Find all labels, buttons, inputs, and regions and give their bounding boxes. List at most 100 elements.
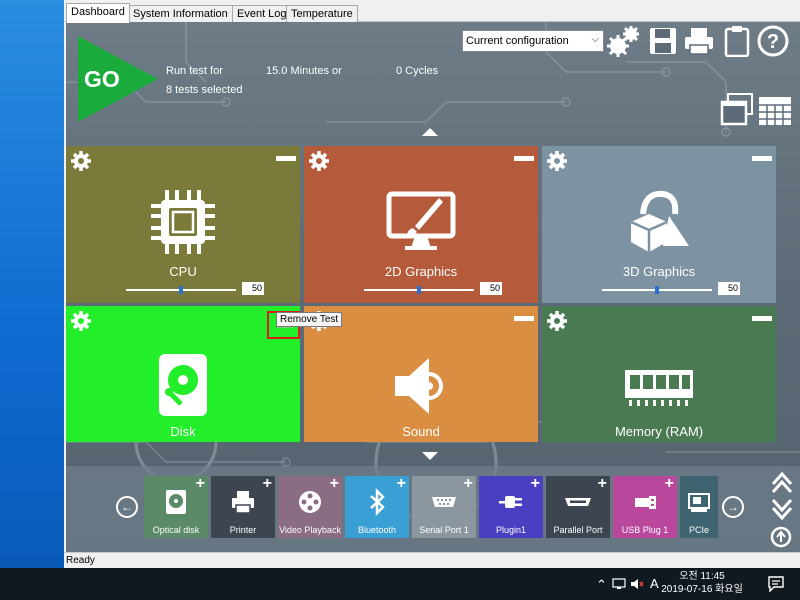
memory-icon <box>625 370 693 406</box>
status-text: Ready <box>66 555 95 566</box>
tile-label: Sound <box>402 424 440 439</box>
tile-settings-gear-icon[interactable] <box>70 150 92 172</box>
add-test-icon[interactable]: + <box>665 475 674 493</box>
parallel-port-icon <box>565 498 591 506</box>
available-test-label: Video Playback <box>279 525 341 535</box>
duty-cycle-slider[interactable] <box>364 286 474 294</box>
available-test-bluetooth[interactable]: + Bluetooth <box>345 475 409 538</box>
tile-label: CPU <box>169 264 197 279</box>
scroll-right-button[interactable]: → <box>722 496 744 518</box>
available-test-label: Serial Port 1 <box>419 525 469 535</box>
bluetooth-icon <box>370 488 385 516</box>
go-button-label[interactable]: GO <box>84 66 120 93</box>
status-bar: Ready <box>64 552 800 568</box>
add-test-icon[interactable]: + <box>397 475 406 493</box>
clipboard-icon[interactable] <box>720 24 754 58</box>
tab-event-log[interactable]: Event Log <box>232 5 292 22</box>
tab-dashboard[interactable]: Dashboard <box>66 3 130 23</box>
available-test-printer[interactable]: + Printer <box>211 475 275 538</box>
add-test-icon[interactable]: + <box>263 475 272 493</box>
ime-indicator[interactable]: A <box>650 576 659 591</box>
clock-time: 오전 11:45 <box>679 571 725 582</box>
remove-test-button[interactable] <box>752 156 772 161</box>
tab-system-information[interactable]: System Information <box>128 5 233 22</box>
monitor-brush-icon <box>386 191 456 250</box>
refresh-icon[interactable] <box>770 526 792 548</box>
remove-test-button[interactable] <box>514 316 534 321</box>
tile-memory-ram[interactable]: Memory (RAM) <box>542 306 776 442</box>
available-test-plugin1[interactable]: + Plugin1 <box>479 475 543 538</box>
add-test-icon[interactable]: + <box>464 475 473 493</box>
tile-label: 3D Graphics <box>622 264 696 279</box>
hard-disk-icon <box>159 354 207 416</box>
notifications-icon[interactable] <box>768 576 784 592</box>
available-test-label: Bluetooth <box>357 525 397 535</box>
network-icon[interactable] <box>612 578 626 590</box>
plug-icon <box>499 496 522 508</box>
add-test-icon[interactable]: + <box>531 475 540 493</box>
available-test-label: Plugin1 <box>495 525 527 535</box>
serial-port-icon <box>432 497 456 507</box>
add-test-icon[interactable]: + <box>598 475 607 493</box>
tile-2d-graphics[interactable]: 2D Graphics 50 <box>304 146 538 303</box>
tab-bar: Dashboard System Information Event Log T… <box>64 0 800 23</box>
svg-text:?: ? <box>767 31 779 53</box>
available-test-pcie[interactable]: PCIe <box>680 476 718 538</box>
available-test-optical-disk[interactable]: + Optical disk <box>144 475 208 538</box>
tile-settings-gear-icon[interactable] <box>70 310 92 332</box>
tab-temperature[interactable]: Temperature <box>286 5 358 22</box>
scroll-down-arrow[interactable] <box>422 452 438 460</box>
available-test-video-playback[interactable]: + Video Playback <box>278 475 342 538</box>
speaker-icon <box>395 358 443 414</box>
duty-cycle-slider[interactable] <box>602 286 712 294</box>
remove-test-button[interactable] <box>752 316 772 321</box>
configuration-dropdown[interactable]: Current configuration ⌵ <box>462 30 604 52</box>
tile-disk[interactable]: Disk <box>66 306 300 442</box>
tile-label: 2D Graphics <box>384 264 458 279</box>
tile-settings-gear-icon[interactable] <box>546 150 568 172</box>
tile-3d-graphics[interactable]: 3D Graphics 50 <box>542 146 776 303</box>
duty-cycle-value[interactable]: 50 <box>242 282 264 295</box>
cycles-value[interactable]: 0 Cycles <box>396 65 438 77</box>
pcie-icon <box>688 493 710 512</box>
add-test-icon[interactable]: + <box>196 475 205 493</box>
printer-icon[interactable] <box>682 24 716 58</box>
tests-selected-label: 8 tests selected <box>166 84 243 96</box>
tile-label: Memory (RAM) <box>614 424 704 439</box>
run-test-for-label: Run test for <box>166 65 223 77</box>
remove-test-button[interactable] <box>514 156 534 161</box>
available-test-serial-port-1[interactable]: + Serial Port 1 <box>412 475 476 538</box>
available-test-usb-plug-1[interactable]: + USB Plug 1 <box>613 475 677 538</box>
duty-cycle-slider[interactable] <box>126 286 236 294</box>
help-icon[interactable]: ? <box>756 24 790 58</box>
tile-settings-gear-icon[interactable] <box>546 310 568 332</box>
available-test-parallel-port[interactable]: + Parallel Port <box>546 475 610 538</box>
gears-icon[interactable] <box>606 24 640 58</box>
3d-shapes-icon <box>630 190 689 252</box>
save-icon[interactable] <box>646 24 680 58</box>
dashboard-panel: GO Run test for 15.0 Minutes or 0 Cycles… <box>66 22 800 552</box>
scroll-left-button[interactable]: ← <box>116 496 138 518</box>
duration-value[interactable]: 15.0 Minutes or <box>266 65 342 77</box>
usb-icon <box>635 496 656 509</box>
optical-disk-icon <box>166 490 186 514</box>
film-reel-icon <box>299 491 321 513</box>
scroll-up-arrow[interactable] <box>422 128 438 136</box>
chevron-up-icon[interactable]: ⌃ <box>596 577 607 593</box>
grid-icon[interactable] <box>758 94 792 128</box>
slider-knob[interactable] <box>655 286 659 294</box>
chevron-down-icon: ⌵ <box>591 34 599 45</box>
remove-test-button[interactable] <box>276 156 296 161</box>
duty-cycle-value[interactable]: 50 <box>718 282 740 295</box>
add-test-icon[interactable]: + <box>330 475 339 493</box>
available-test-label: PCIe <box>688 525 709 535</box>
tile-cpu[interactable]: CPU 50 <box>66 146 300 303</box>
duty-cycle-value[interactable]: 50 <box>480 282 502 295</box>
expand-collapse-chevrons-icon[interactable] <box>770 470 794 520</box>
taskbar-clock[interactable]: 오전 11:45 2019-07-16 화요일 <box>660 570 744 596</box>
window-icon[interactable] <box>720 92 754 126</box>
slider-knob[interactable] <box>417 286 421 294</box>
volume-muted-icon[interactable] <box>630 577 644 591</box>
slider-knob[interactable] <box>179 286 183 294</box>
tile-settings-gear-icon[interactable] <box>308 150 330 172</box>
